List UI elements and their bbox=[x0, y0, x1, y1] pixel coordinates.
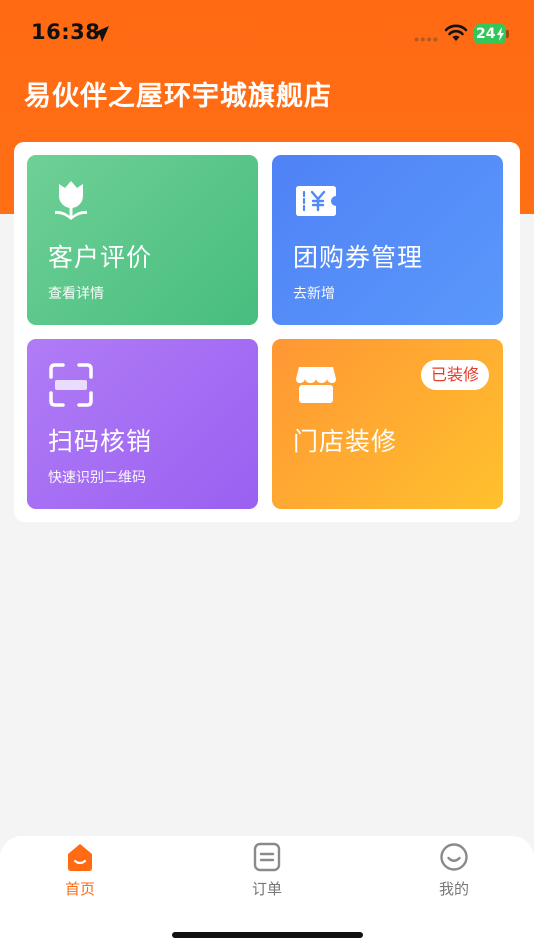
storefront-icon bbox=[296, 367, 336, 403]
card-title: 门店装修 bbox=[293, 427, 398, 456]
decorated-status-badge: 已装修 bbox=[420, 360, 489, 390]
card-subtitle: 查看详情 bbox=[48, 286, 104, 302]
yen-ticket-icon bbox=[296, 186, 336, 216]
scan-icon bbox=[49, 363, 93, 407]
tulip-icon bbox=[55, 181, 87, 220]
function-panel: 客户评价 查看详情 团购券管理 去新增 扫码核销 快速识别二维码 已装修 门店装… bbox=[14, 142, 520, 522]
status-bar: 16:38 24 bbox=[0, 0, 534, 70]
status-time: 16:38 bbox=[31, 20, 101, 44]
tab-label: 我的 bbox=[438, 880, 469, 898]
tab-label: 订单 bbox=[251, 880, 282, 898]
home-indicator[interactable] bbox=[172, 932, 363, 938]
store-decoration-card[interactable]: 已装修 门店装修 bbox=[272, 339, 503, 509]
location-arrow-icon bbox=[93, 26, 109, 42]
tab-label: 首页 bbox=[64, 880, 95, 898]
smile-face-icon bbox=[440, 843, 468, 871]
card-subtitle: 快速识别二维码 bbox=[48, 470, 146, 486]
battery-charging-icon: 24 bbox=[474, 24, 510, 44]
tab-mine[interactable]: 我的 bbox=[414, 842, 494, 902]
card-title: 扫码核销 bbox=[48, 427, 153, 456]
scan-verify-card[interactable]: 扫码核销 快速识别二维码 bbox=[27, 339, 258, 509]
wifi-icon bbox=[444, 24, 468, 41]
card-title: 客户评价 bbox=[48, 243, 153, 272]
battery-level: 24 bbox=[476, 26, 496, 42]
home-icon bbox=[68, 844, 92, 871]
tab-order[interactable]: 订单 bbox=[227, 842, 307, 902]
signal-dots-icon bbox=[414, 37, 438, 42]
customer-review-card[interactable]: 客户评价 查看详情 bbox=[27, 155, 258, 325]
card-subtitle: 去新增 bbox=[293, 286, 335, 302]
order-icon bbox=[253, 842, 281, 872]
tab-home[interactable]: 首页 bbox=[40, 842, 120, 902]
card-title: 团购券管理 bbox=[293, 243, 424, 272]
store-name-title: 易伙伴之屋环宇城旗舰店 bbox=[24, 81, 332, 112]
group-voucher-card[interactable]: 团购券管理 去新增 bbox=[272, 155, 503, 325]
